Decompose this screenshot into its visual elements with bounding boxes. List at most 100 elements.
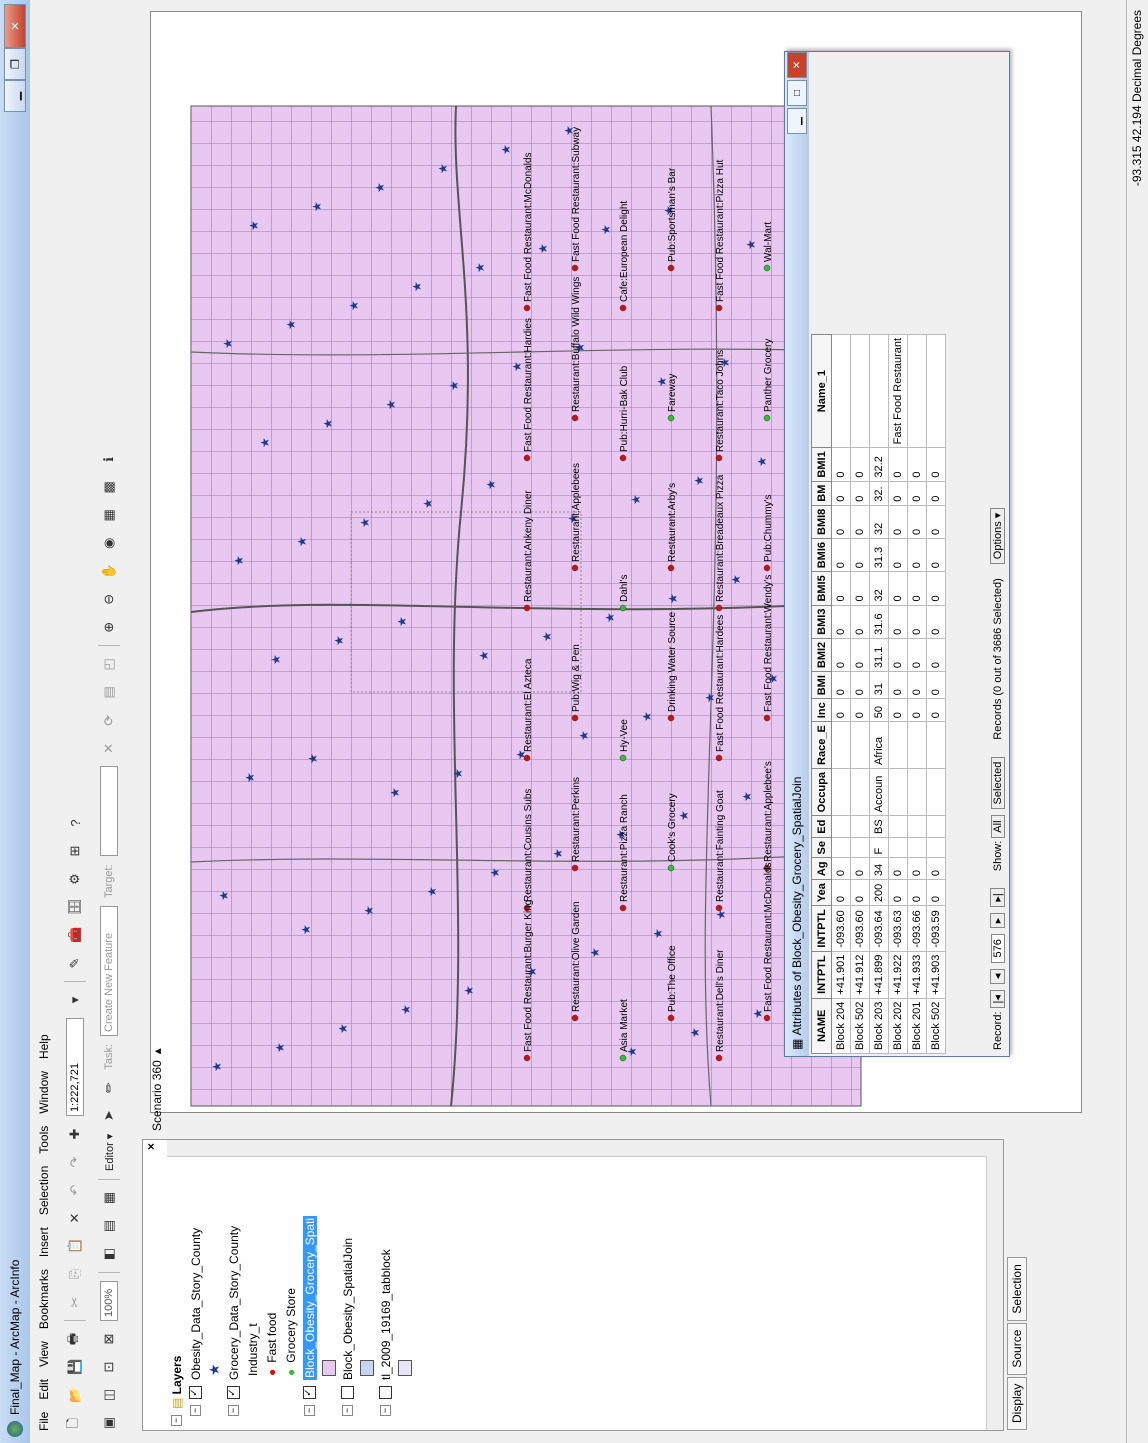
poi-marker[interactable] — [667, 414, 675, 422]
table-cell[interactable]: 32 — [869, 571, 889, 606]
obesity-star-marker[interactable]: ★ — [410, 281, 424, 292]
layer-visibility-checkbox[interactable]: ✓ — [303, 1386, 316, 1399]
table-cell[interactable]: 0 — [888, 505, 908, 539]
column-header[interactable]: Inc — [811, 698, 832, 722]
column-header[interactable]: NAME — [811, 998, 832, 1054]
obesity-star-marker[interactable]: ★ — [217, 890, 231, 901]
obesity-star-marker[interactable]: ★ — [358, 517, 372, 528]
table-cell[interactable]: 0 — [831, 481, 851, 506]
toc-layer-grocery[interactable]: − ✓ Grocery_Data_Story_County — [224, 1160, 243, 1426]
sketch-tool-icon[interactable]: ✏ — [99, 1078, 119, 1098]
table-cell[interactable]: 0 — [831, 538, 851, 572]
poi-marker[interactable] — [667, 564, 675, 572]
table-cell[interactable]: 0 — [907, 671, 927, 699]
table-cell[interactable]: 0 — [850, 605, 870, 639]
obesity-star-marker[interactable]: ★ — [599, 224, 613, 235]
new-document-icon[interactable]: 🗋 — [65, 1413, 85, 1433]
table-cell[interactable]: 0 — [926, 879, 946, 906]
table-cell[interactable]: Africa — [869, 721, 889, 769]
scenario-label[interactable]: Scenario 360 — [150, 1060, 164, 1131]
toc-layer-block-spatialjoin[interactable]: − Block_Obesity_SpatialJoin — [338, 1160, 357, 1426]
obesity-star-marker[interactable]: ★ — [629, 494, 643, 505]
table-cell[interactable]: 0 — [926, 481, 946, 506]
poi-marker[interactable] — [667, 264, 675, 272]
menu-insert[interactable]: Insert — [37, 1227, 51, 1257]
table-cell[interactable]: 0 — [831, 857, 851, 880]
toggle-draft-icon[interactable]: ◧ — [99, 1244, 119, 1264]
obesity-star-marker[interactable]: ★ — [384, 399, 398, 410]
obesity-star-marker[interactable]: ★ — [395, 616, 409, 627]
layout-view-icon[interactable]: ▣ — [99, 1413, 119, 1433]
layout-zoom-combo[interactable]: 100% — [100, 1281, 118, 1321]
column-header[interactable]: Ed — [811, 815, 832, 838]
attributes-icon[interactable]: ▤ — [99, 682, 119, 702]
table-cell[interactable]: 0 — [926, 571, 946, 606]
table-cell[interactable]: BS — [869, 815, 889, 838]
column-header[interactable]: Yea — [811, 879, 832, 906]
restore-button[interactable]: ❐ — [4, 48, 26, 80]
table-cell[interactable]: 0 — [831, 505, 851, 539]
table-cell[interactable]: Block 202 — [888, 998, 908, 1054]
table-cell[interactable]: 0 — [907, 571, 927, 606]
menu-bookmarks[interactable]: Bookmarks — [37, 1269, 51, 1329]
table-cell[interactable]: -093.66 — [907, 905, 927, 952]
poi-marker[interactable] — [571, 414, 579, 422]
obesity-star-marker[interactable]: ★ — [299, 924, 313, 935]
table-cell[interactable]: 0 — [888, 638, 908, 672]
collapse-icon[interactable]: − — [228, 1405, 239, 1416]
table-cell[interactable]: 0 — [926, 857, 946, 880]
poi-marker[interactable] — [619, 304, 627, 312]
delete-icon[interactable]: ✕ — [65, 1208, 85, 1228]
table-cell[interactable] — [888, 815, 908, 838]
table-cell[interactable]: 200 — [869, 879, 889, 906]
obesity-star-marker[interactable]: ★ — [488, 867, 502, 878]
table-cell[interactable] — [831, 837, 851, 858]
table-cell[interactable]: 0 — [831, 447, 851, 482]
paste-icon[interactable]: 📋 — [65, 1236, 85, 1256]
attr-minimize-button[interactable]: ▁ — [787, 108, 807, 134]
task-combo[interactable]: Create New Feature — [100, 905, 118, 1036]
poi-marker[interactable] — [667, 714, 675, 722]
table-row[interactable]: Block 204 +41.901 -093.60 0 0 0 0 0 0 0 0 0 0 0 — [831, 334, 851, 1054]
poi-marker[interactable] — [571, 264, 579, 272]
table-cell[interactable]: 0 — [926, 505, 946, 539]
table-row[interactable]: Block 502 +41.912 -093.60 0 0 0 0 0 0 0 0 0 0 0 — [850, 334, 870, 1054]
table-cell[interactable]: Block 204 — [831, 998, 851, 1054]
obesity-star-marker[interactable]: ★ — [332, 635, 346, 646]
table-cell[interactable]: 0 — [888, 605, 908, 639]
table-cell[interactable]: 0 — [831, 638, 851, 672]
obesity-star-marker[interactable]: ★ — [551, 848, 565, 859]
table-cell[interactable]: 0 — [888, 671, 908, 699]
table-cell[interactable] — [888, 768, 908, 816]
layer-visibility-checkbox[interactable]: ✓ — [189, 1386, 202, 1399]
attr-maximize-button[interactable]: □ — [787, 80, 807, 106]
menu-selection[interactable]: Selection — [37, 1166, 51, 1215]
rotate-tool-icon[interactable]: ⟳ — [99, 710, 119, 730]
toc-horizontal-scrollbar[interactable] — [986, 1156, 1003, 1430]
table-cell[interactable] — [869, 334, 889, 448]
table-cell[interactable]: 0 — [907, 879, 927, 906]
collapse-icon[interactable]: − — [304, 1405, 315, 1416]
copy-icon[interactable]: ⎘ — [65, 1264, 85, 1284]
table-cell[interactable] — [831, 334, 851, 448]
obesity-star-marker[interactable]: ★ — [692, 475, 706, 486]
poi-marker[interactable] — [619, 604, 627, 612]
table-cell[interactable]: +41.901 — [831, 951, 851, 999]
table-cell[interactable]: 0 — [907, 638, 927, 672]
toc-vertical-scrollbar[interactable] — [167, 1140, 1003, 1157]
poi-marker[interactable] — [667, 1014, 675, 1022]
table-cell[interactable] — [888, 721, 908, 769]
menu-window[interactable]: Window — [37, 1071, 51, 1114]
table-cell[interactable] — [926, 815, 946, 838]
show-selected-button[interactable]: Selected — [990, 756, 1005, 810]
table-cell[interactable]: -093.59 — [926, 905, 946, 952]
poi-marker[interactable] — [715, 304, 723, 312]
obesity-star-marker[interactable]: ★ — [462, 985, 476, 996]
table-cell[interactable] — [907, 721, 927, 769]
obesity-star-marker[interactable]: ★ — [510, 361, 524, 372]
open-icon[interactable]: 📂 — [65, 1385, 85, 1405]
poi-marker[interactable] — [763, 414, 771, 422]
obesity-star-marker[interactable]: ★ — [232, 555, 246, 566]
poi-marker[interactable] — [715, 1054, 723, 1062]
table-cell[interactable]: 0 — [888, 879, 908, 906]
